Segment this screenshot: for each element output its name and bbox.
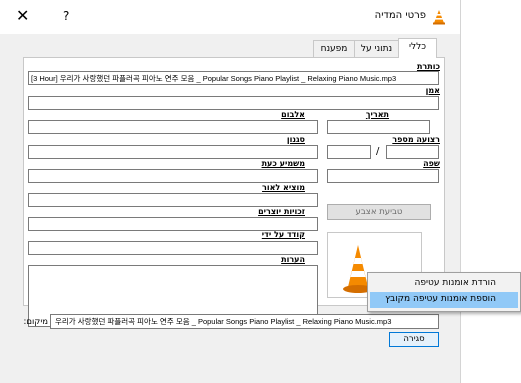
location-label: מיקום: <box>23 317 48 327</box>
track-number-field[interactable] <box>327 145 371 159</box>
publisher-field[interactable] <box>28 193 318 207</box>
title-field-value: [3 Hour] 우리가 사랑했던 파플러곡 피아노 연주 모음 _ Popul… <box>31 74 397 83</box>
help-button[interactable]: ? <box>63 9 69 23</box>
date-label: תאריך <box>365 110 389 119</box>
tab-bar: כללי נתוני על מפענח <box>0 38 460 58</box>
menu-item-add-cover-from-file[interactable]: הוספת אומנות עטיפה מקובץ <box>370 292 518 308</box>
language-field[interactable] <box>327 169 439 183</box>
now-playing-field[interactable] <box>28 169 318 183</box>
copyright-label: זכויות יוצרים <box>258 207 305 216</box>
comments-label: הערות <box>281 255 305 264</box>
title-bar: פרטי המדיה ? ✕ <box>0 0 460 34</box>
location-field-value: 우리가 사랑했던 파플러곡 피아노 연주 모음 _ Popular Songs … <box>55 317 392 326</box>
title-field[interactable]: [3 Hour] 우리가 사랑했던 파플러곡 피아노 연주 모음 _ Popul… <box>28 71 439 85</box>
track-separator: / <box>376 146 380 157</box>
vlc-cone-icon <box>433 10 445 25</box>
encoded-by-label: קודד על ידי <box>261 230 305 239</box>
menu-item-add-cover-from-file-label: הוספת אומנות עטיפה מקובץ <box>385 294 496 304</box>
track-number-label: רצועה מספר <box>392 135 440 144</box>
title-label: כותרת <box>416 62 440 71</box>
artist-label: אמן <box>425 86 440 95</box>
tab-codec[interactable]: מפענח <box>313 40 355 57</box>
artist-field[interactable] <box>28 96 439 110</box>
fingerprint-button[interactable]: טביעת אצבע <box>327 204 431 220</box>
encoded-by-field[interactable] <box>28 241 318 255</box>
tab-metadata[interactable]: נתוני על <box>353 40 400 57</box>
menu-item-download-cover-label: הורדת אומנות עטיפה <box>414 278 497 288</box>
menu-item-download-cover[interactable]: הורדת אומנות עטיפה <box>370 276 518 292</box>
track-total-field[interactable] <box>386 145 439 159</box>
now-playing-label: משמיע כעת <box>261 159 305 168</box>
publisher-label: מוציא לאור <box>262 183 305 192</box>
cover-art-context-menu: הורדת אומנות עטיפה הוספת אומנות עטיפה מק… <box>367 272 521 312</box>
tab-general[interactable]: כללי <box>398 38 437 58</box>
window-title: פרטי המדיה <box>374 10 426 21</box>
genre-field[interactable] <box>28 145 318 159</box>
date-field[interactable] <box>327 120 430 134</box>
genre-label: סגנון <box>286 135 305 144</box>
language-label: שפה <box>423 159 440 168</box>
copyright-field[interactable] <box>28 217 318 231</box>
location-field[interactable]: 우리가 사랑했던 파플러곡 피아노 연주 모음 _ Popular Songs … <box>50 314 439 329</box>
media-info-dialog: פרטי המדיה ? ✕ כללי נתוני על מפענח כותרת… <box>0 0 461 383</box>
close-window-button[interactable]: ✕ <box>16 6 29 25</box>
album-field[interactable] <box>28 120 318 134</box>
close-button[interactable]: סגירה <box>389 332 439 347</box>
album-label: אלבום <box>281 110 305 119</box>
